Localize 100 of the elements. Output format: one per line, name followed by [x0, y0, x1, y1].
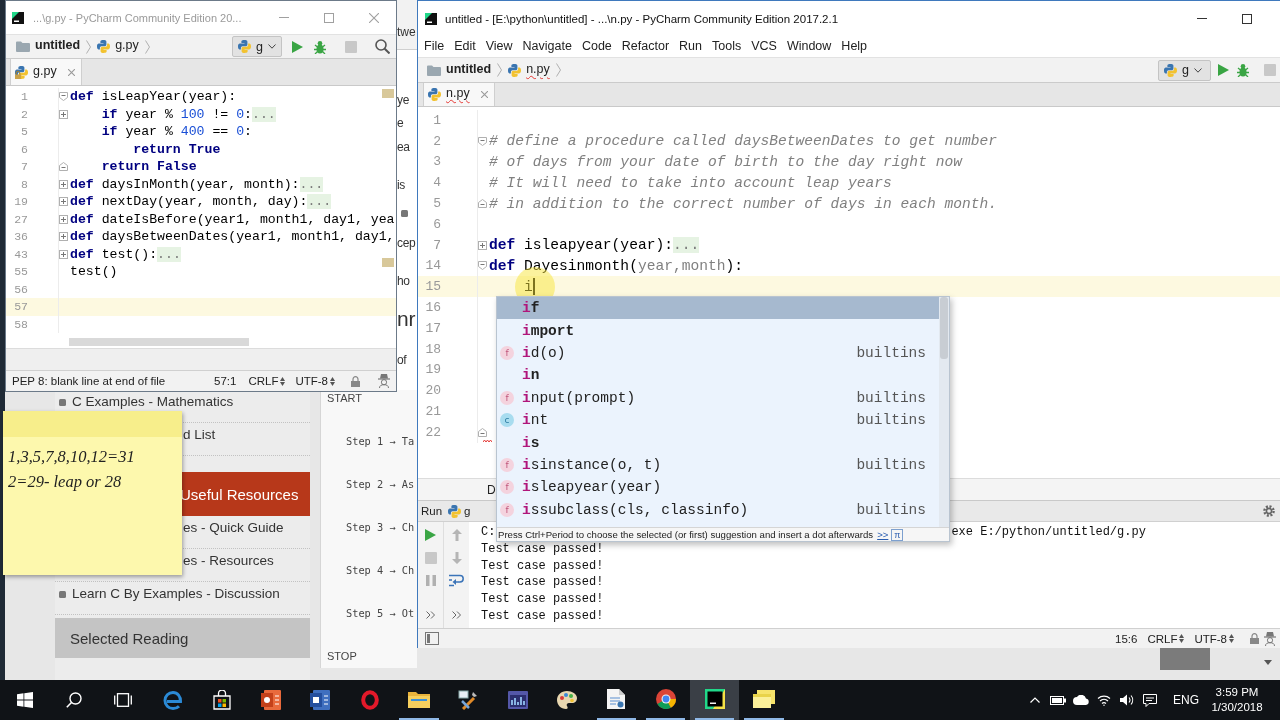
kind-marker: f — [500, 457, 514, 472]
run-icon[interactable] — [425, 529, 436, 541]
fold-minus-icon[interactable] — [478, 136, 487, 146]
fold-plus-icon[interactable] — [478, 240, 487, 250]
menu-item[interactable]: Help — [836, 37, 873, 56]
note-line: 1,3,5,7,8,10,12=31 — [8, 446, 135, 468]
scrollbar-thumb[interactable] — [940, 297, 948, 359]
taskbar-app-button[interactable] — [690, 680, 740, 720]
editor-tab[interactable]: n.py — [423, 83, 495, 106]
completion-item[interactable]: in — [497, 364, 939, 387]
completion-item[interactable]: is — [497, 431, 939, 454]
fold-plus-icon[interactable] — [59, 214, 68, 224]
language-indicator[interactable]: ENG — [1173, 693, 1199, 707]
menu-item[interactable]: Navigate — [517, 37, 577, 56]
fold-minus-icon[interactable] — [478, 261, 487, 271]
line-separator-selector[interactable]: CRLF — [1147, 632, 1185, 645]
caret-position[interactable]: 15:6 — [1115, 632, 1138, 645]
fold-plus-icon[interactable] — [59, 197, 68, 207]
menu-item[interactable]: File — [419, 37, 450, 56]
fold-plus-icon[interactable] — [59, 109, 68, 119]
wifi-icon[interactable] — [1097, 694, 1112, 706]
completion-item[interactable]: if — [497, 297, 939, 320]
code-line: if year % 400 == 0: — [101, 124, 253, 140]
folder-icon — [16, 41, 30, 52]
chevron-up-icon[interactable] — [1030, 697, 1041, 703]
menu-item[interactable]: VCS — [746, 37, 782, 56]
menu-item[interactable]: Window — [781, 37, 837, 56]
clock-time[interactable]: 3:59 PM — [1215, 685, 1259, 700]
fold-plus-icon[interactable] — [59, 179, 68, 189]
sidebar-link[interactable]: es - Quick Guide — [183, 520, 284, 536]
line-number: 16 — [424, 300, 441, 316]
double-chevron-icon[interactable] — [426, 611, 435, 619]
app-logo-icon — [425, 12, 437, 25]
sidebar-link[interactable]: d List — [183, 427, 216, 443]
fold-minus-icon[interactable] — [478, 427, 487, 437]
completion-item[interactable]: c int builtins — [497, 408, 939, 432]
menu-item[interactable]: Edit — [449, 37, 481, 56]
completion-item[interactable]: f id(o) builtins — [497, 341, 939, 365]
tool-windows-icon[interactable] — [425, 632, 439, 645]
fold-minus-icon[interactable] — [59, 162, 68, 172]
breadcrumb[interactable]: untitled — [427, 60, 492, 80]
sidebar-heading: Selected Reading — [55, 618, 310, 658]
completion-item[interactable]: import — [497, 319, 939, 342]
completion-item[interactable]: f isinstance(o, t) builtins — [497, 453, 939, 477]
sidebar-link[interactable]: C Examples - Mathematics — [72, 394, 234, 410]
flowchart-step: Step 4 → Ch — [346, 563, 415, 576]
clock-date[interactable]: 1/30/2018 — [1211, 700, 1263, 715]
structure-path[interactable]: D — [487, 482, 496, 497]
line-number: 19 — [13, 195, 28, 209]
folder-icon — [408, 690, 430, 708]
fold-minus-icon[interactable] — [478, 199, 487, 209]
updown-icon — [330, 376, 335, 386]
flowchart-step: Step 1 → Ta — [346, 434, 415, 447]
menu-item[interactable]: Run — [674, 37, 707, 56]
bug-icon[interactable] — [1236, 63, 1250, 77]
page-nav-text: twe — [397, 24, 417, 40]
fold-minus-icon[interactable] — [59, 92, 68, 102]
page-text: ea — [397, 139, 411, 156]
speaker-icon[interactable] — [1120, 694, 1135, 706]
completion-item[interactable]: f issubclass(cls, classinfo) builtins — [497, 498, 939, 521]
pi-button[interactable]: π — [891, 528, 904, 541]
menu-item[interactable]: View — [480, 37, 518, 56]
close-icon[interactable] — [67, 68, 75, 76]
menu-item[interactable]: Refactor — [616, 37, 675, 56]
completion-item[interactable]: f input(prompt) builtins — [497, 386, 939, 409]
ide-tile-icon — [704, 689, 725, 709]
close-icon[interactable] — [480, 91, 488, 98]
fold-plus-icon[interactable] — [59, 249, 68, 259]
code-line: def isLeapYear(year): — [70, 89, 237, 105]
run-icon[interactable] — [1218, 64, 1229, 76]
line-number: 15 — [424, 279, 441, 295]
sidebar-link[interactable]: es - Resources — [183, 553, 274, 569]
hat-figure-icon[interactable] — [1264, 631, 1276, 646]
lock-icon[interactable] — [1250, 633, 1259, 644]
menu-item[interactable]: Tools — [707, 37, 747, 56]
caret-down-icon[interactable] — [1264, 660, 1272, 665]
round-logo-icon — [655, 689, 676, 709]
settings-icon[interactable] — [1262, 504, 1276, 518]
code-line: # It will need to take into account leap years — [489, 174, 892, 191]
code-line: return True — [133, 141, 221, 157]
minimize-icon — [1196, 18, 1207, 19]
fold-plus-icon[interactable] — [59, 232, 68, 242]
completion-item[interactable]: f isleapyear(year) — [497, 476, 939, 499]
line-number: 5 — [432, 196, 441, 212]
more-link[interactable]: >> — [877, 529, 889, 540]
soft-wrap-icon[interactable] — [449, 573, 464, 587]
line-number: 7 — [20, 160, 28, 174]
file-type-icon — [508, 63, 522, 77]
run-tab[interactable]: g — [448, 504, 471, 518]
flowchart-start: START — [326, 391, 364, 406]
double-chevron-icon[interactable] — [452, 611, 461, 619]
sidebar-link[interactable]: Learn C By Examples - Discussion — [72, 586, 280, 602]
message-icon[interactable] — [1143, 693, 1158, 707]
run-config-dropdown[interactable]: g — [1158, 59, 1211, 81]
encoding-selector[interactable]: UTF-8 — [1194, 632, 1234, 645]
cloud-icon[interactable] — [1073, 695, 1090, 705]
breadcrumb[interactable]: n.py — [508, 60, 550, 80]
battery-icon[interactable] — [1050, 695, 1067, 705]
app-logo-icon — [12, 11, 24, 24]
menu-item[interactable]: Code — [576, 37, 617, 56]
